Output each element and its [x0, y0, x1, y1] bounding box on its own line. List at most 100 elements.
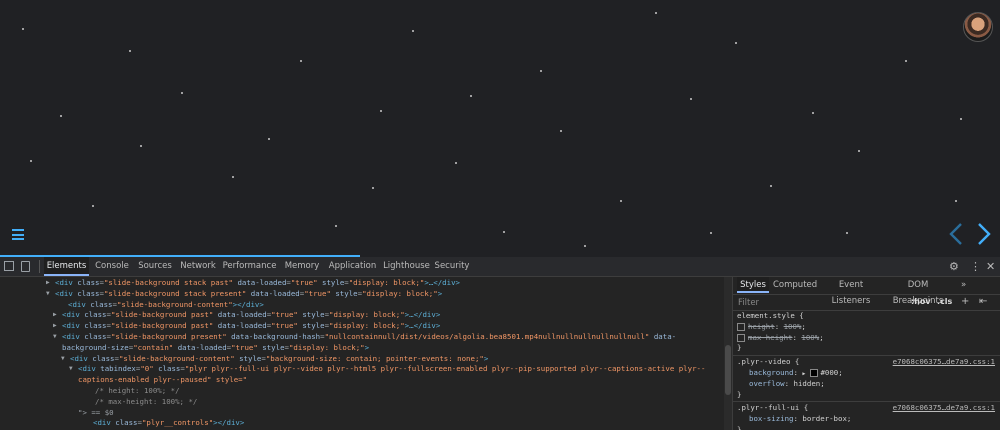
star [232, 176, 234, 178]
dom-attr-value: "display: block;" [329, 321, 405, 331]
styles-tab-event-listeners[interactable]: Event Listeners [821, 277, 881, 306]
expand-triangle-icon[interactable]: ▶ [53, 321, 57, 332]
star [690, 98, 692, 100]
dom-tag: ></div> [213, 418, 245, 428]
styles-filter-input[interactable] [735, 296, 906, 309]
tab-network[interactable]: Network [178, 257, 218, 276]
dom-attr-value: "slide-background past" [110, 310, 214, 320]
dom-attr-value: "slide-background-content" [118, 353, 235, 363]
dom-attr-name: class [84, 332, 107, 341]
dom-tag: <div [62, 310, 85, 320]
inspect-element-icon[interactable] [4, 261, 14, 271]
tab-console[interactable]: Console [92, 257, 132, 276]
cls-toggle[interactable]: .cls [937, 297, 952, 306]
chevron-left-icon[interactable] [947, 222, 965, 246]
tab-memory[interactable]: Memory [282, 257, 322, 276]
css-property-name: background [749, 368, 794, 377]
toggle-sidebar-icon[interactable]: ⇤ [979, 296, 987, 307]
tab-application[interactable]: Application [325, 257, 380, 276]
expand-shorthand-icon[interactable]: ▶ [802, 371, 808, 377]
expand-triangle-icon[interactable]: ▶ [46, 278, 50, 289]
collapse-triangle-icon[interactable]: ▼ [46, 289, 50, 300]
star [770, 185, 772, 187]
star [380, 110, 382, 112]
star [655, 12, 657, 14]
css-property-value: 100% [801, 332, 820, 342]
tab-security[interactable]: Security [433, 257, 471, 276]
styles-tab-styles[interactable]: Styles [737, 277, 769, 293]
styles-tab-dom-breakpoints[interactable]: DOM Breakpoints [885, 277, 951, 306]
css-selector[interactable]: element.style { [737, 311, 804, 322]
property-checkbox[interactable] [737, 333, 745, 342]
collapse-triangle-icon[interactable]: ▼ [69, 364, 73, 375]
collapse-triangle-icon[interactable]: ▼ [53, 332, 57, 343]
dom-text: /* max-height: 100%; */ [95, 396, 198, 406]
dom-attr-value: "true" [271, 310, 298, 320]
stylesheet-source-link[interactable]: e7068c06375…de7a9.css:1 [893, 403, 995, 414]
dom-tag: <div [62, 332, 85, 341]
star [181, 92, 183, 94]
dom-attr-value: "true" [271, 321, 298, 331]
dom-attr-value: "true" [231, 342, 258, 352]
dom-attr-value: "slide-background-content" [116, 299, 233, 309]
elements-dom-tree[interactable]: ▶ <div class="slide-background stack past… [0, 277, 724, 430]
tab-lighthouse[interactable]: Lighthouse [383, 257, 430, 276]
dom-attr-name: data-loaded [217, 310, 267, 320]
hov-toggle[interactable]: :hov [911, 297, 931, 306]
tab-performance[interactable]: Performance [221, 257, 278, 276]
css-property-name: overflow [749, 378, 785, 388]
styles-tab-computed[interactable]: Computed [773, 277, 817, 293]
dom-attr-name: background-size [62, 342, 129, 352]
css-declaration[interactable]: height: 100%; [737, 322, 806, 333]
dom-attr-name: style [302, 321, 325, 331]
hamburger-icon[interactable] [12, 229, 24, 240]
tab-elements[interactable]: Elements [44, 257, 89, 276]
dom-attr-name: data-loaded [237, 278, 287, 287]
star [846, 232, 848, 234]
dom-tag: <div [68, 299, 91, 309]
styles-pane: Styles Computed Event Listeners DOM Breakpo… [732, 277, 1000, 430]
kebab-icon[interactable]: ⋮ [970, 260, 981, 273]
color-swatch[interactable] [810, 369, 819, 377]
tab-sources[interactable]: Sources [135, 257, 175, 276]
star [710, 232, 712, 234]
close-icon[interactable]: ✕ [986, 260, 995, 273]
rule-divider [733, 401, 1000, 403]
more-tabs-button[interactable]: » [961, 277, 973, 293]
star [22, 28, 24, 30]
css-declaration[interactable]: max-height: 100%; [737, 333, 824, 344]
expand-triangle-icon[interactable]: ▶ [53, 310, 57, 321]
star [905, 60, 907, 62]
star [858, 150, 860, 152]
dom-text: "> == $0 [78, 407, 114, 417]
css-declaration[interactable]: overflow: hidden; [749, 379, 825, 390]
css-declaration[interactable]: box-sizing: border-box; [749, 414, 851, 425]
stylesheet-source-link[interactable]: e7068c06375…de7a9.css:1 [893, 357, 995, 368]
dom-tag: <div [55, 288, 78, 298]
css-selector-text: .plyr--full-ui { [737, 403, 809, 413]
dom-tag: <div [62, 321, 85, 331]
dom-tree-scrollbar[interactable] [724, 277, 732, 430]
dom-attr-name: style [302, 310, 325, 320]
add-rule-button[interactable]: + [961, 296, 969, 307]
star [812, 112, 814, 114]
dom-text: /* height: 100%; */ [95, 386, 180, 395]
device-toolbar-icon[interactable] [21, 261, 30, 272]
css-property-value: hidden [793, 378, 821, 388]
gear-icon[interactable]: ⚙ [949, 260, 959, 273]
css-property-name: box-sizing [749, 414, 794, 424]
dom-tag: <div [70, 353, 93, 363]
star [140, 145, 142, 147]
property-checkbox[interactable] [737, 322, 745, 331]
dom-attr-name: style [322, 278, 345, 287]
collapse-triangle-icon[interactable]: ▼ [61, 354, 65, 365]
dom-attr-name: data-loaded [177, 342, 227, 352]
css-selector[interactable]: .plyr--full-ui { [737, 403, 808, 414]
dom-tag: > [483, 353, 489, 363]
dom-attr-value: "contain" [133, 342, 174, 352]
dom-attr-value: "background-size: contain; pointer-event… [265, 353, 484, 363]
chevron-right-icon[interactable] [975, 222, 993, 246]
css-selector[interactable]: .plyr--video { [737, 357, 799, 368]
dom-tag: <div [78, 364, 101, 374]
star [60, 115, 62, 117]
